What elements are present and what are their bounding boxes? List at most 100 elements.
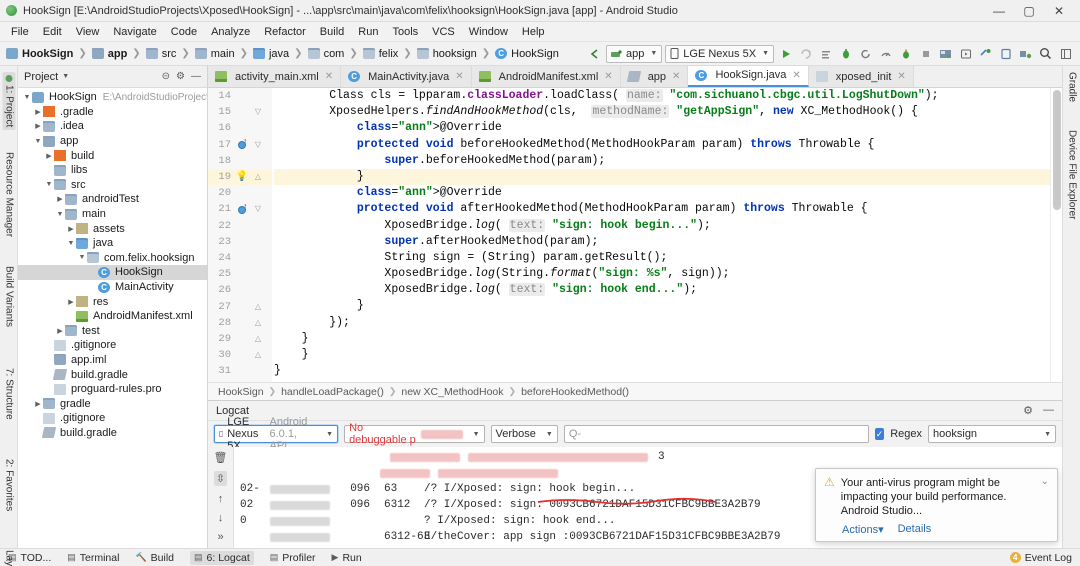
menu-code[interactable]: Code (164, 24, 204, 40)
gutter-line-16[interactable]: 16 (208, 120, 272, 136)
breadcrumb-item-hooksign[interactable]: C HookSign (495, 48, 559, 60)
scroll-end-icon[interactable]: ⇳ (213, 471, 228, 486)
tree-node-com.felix.hooksign[interactable]: ▼ com.felix.hooksign (18, 251, 207, 266)
editor-tab-hooksign-java[interactable]: C HookSign.java ✕ (688, 66, 809, 87)
tree-node-assets[interactable]: ▶ assets (18, 221, 207, 236)
menu-build[interactable]: Build (313, 24, 351, 40)
tree-node-build[interactable]: ▶ build (18, 148, 207, 163)
code-editor[interactable]: 14 15 ▽ 16 17 ↑ ▽ 18 19 💡 △ 20 21 ↑ ▽ 22 23 24 25 26 27 △ 28 △ 2… (208, 88, 1062, 382)
gutter-line-18[interactable]: 18 (208, 153, 272, 169)
tree-node-src[interactable]: ▼ src (18, 178, 207, 193)
menu-refactor[interactable]: Refactor (257, 24, 313, 40)
minimize-button[interactable]: — (984, 0, 1014, 21)
gutter-line-15[interactable]: 15 ▽ (208, 104, 272, 120)
menu-file[interactable]: File (4, 24, 36, 40)
rerun-icon[interactable] (857, 45, 874, 62)
notification-popup[interactable]: ⚠ Your anti-virus program might be impac… (815, 468, 1058, 542)
tree-toggle-icon[interactable]: ▶ (33, 122, 43, 130)
breadcrumb-item-src[interactable]: src (145, 48, 176, 60)
gutter-line-22[interactable]: 22 (208, 218, 272, 234)
gutter-line-21[interactable]: 21 ↑ ▽ (208, 201, 272, 217)
debug-icon[interactable] (837, 45, 854, 62)
code-fold-icon[interactable]: △ (250, 334, 266, 344)
close-icon[interactable]: ✕ (897, 71, 905, 82)
close-icon[interactable]: ✕ (672, 71, 680, 82)
chevron-down-icon[interactable]: ▼ (62, 73, 69, 80)
menu-tools[interactable]: Tools (385, 24, 425, 40)
menu-view[interactable]: View (69, 24, 107, 40)
hide-icon[interactable]: — (191, 71, 201, 82)
logcat-filter-selector[interactable]: hooksign ▼ (928, 425, 1056, 443)
editor-tab-app[interactable]: app ✕ (620, 66, 689, 87)
tool-tab-layout-captures[interactable]: Layout Captures (3, 550, 14, 566)
up-icon[interactable]: ↑ (218, 493, 224, 505)
down-icon[interactable]: ↓ (218, 512, 224, 524)
tree-node-app.iml[interactable]: app.iml (18, 353, 207, 368)
code-fold-icon[interactable]: ▽ (250, 107, 266, 117)
logcat-process-selector[interactable]: No debuggable p ▼ (344, 422, 485, 446)
tree-node-.idea[interactable]: ▶ .idea (18, 119, 207, 134)
project-structure-icon[interactable] (1017, 45, 1034, 62)
notification-actions-link[interactable]: Actions▾ (842, 523, 884, 536)
run-icon[interactable] (777, 45, 794, 62)
tree-node-mainactivity[interactable]: C MainActivity (18, 280, 207, 295)
editor-breadcrumb-item[interactable]: new XC_MethodHook (401, 386, 503, 398)
tree-node-test[interactable]: ▶ test (18, 324, 207, 339)
status-tab-6-logcat[interactable]: ▤ 6: Logcat (190, 550, 254, 565)
expand-icon[interactable]: » (217, 531, 223, 543)
gutter-line-26[interactable]: 26 (208, 282, 272, 298)
hide-icon[interactable]: — (1043, 404, 1054, 417)
apply-changes-icon[interactable] (797, 45, 814, 62)
gutter-line-29[interactable]: 29 △ (208, 331, 272, 347)
close-icon[interactable]: ✕ (455, 71, 463, 82)
tree-node-build.gradle[interactable]: build.gradle (18, 426, 207, 441)
breadcrumb-item-java[interactable]: java (252, 48, 289, 60)
tree-toggle-icon[interactable]: ▶ (55, 195, 65, 203)
tree-node-proguard-rules.pro[interactable]: proguard-rules.pro (18, 382, 207, 397)
sdk-manager-icon[interactable] (937, 45, 954, 62)
tool-tab-1-project[interactable]: 1: Project (2, 72, 15, 131)
breadcrumb-item-hooksign[interactable]: HookSign (6, 48, 73, 60)
tree-node-gradle[interactable]: ▶ gradle (18, 396, 207, 411)
profile-icon[interactable] (877, 45, 894, 62)
gutter-line-27[interactable]: 27 △ (208, 298, 272, 314)
tool-tab-device-file-explorer[interactable]: Device File Explorer (1066, 130, 1077, 219)
menu-run[interactable]: Run (351, 24, 385, 40)
breadcrumb-item-hooksign[interactable]: hooksign (416, 48, 477, 60)
tree-toggle-icon[interactable]: ▼ (22, 94, 32, 101)
gutter-line-32[interactable]: 32 (208, 379, 272, 382)
close-icon[interactable]: ✕ (604, 71, 612, 82)
editor-tab-xposed-init[interactable]: xposed_init ✕ (808, 66, 914, 87)
tree-toggle-icon[interactable]: ▼ (55, 211, 65, 218)
menu-analyze[interactable]: Analyze (204, 24, 257, 40)
tree-toggle-icon[interactable]: ▶ (66, 298, 76, 306)
tree-node-androidmanifest.xml[interactable]: AndroidManifest.xml (18, 309, 207, 324)
avd-manager-icon[interactable] (957, 45, 974, 62)
gutter-line-30[interactable]: 30 △ (208, 347, 272, 363)
tree-node-main[interactable]: ▼ main (18, 207, 207, 222)
notification-details-link[interactable]: Details (898, 523, 932, 536)
editor-breadcrumb-item[interactable]: handleLoadPackage() (281, 386, 384, 398)
tree-node-app[interactable]: ▼ app (18, 134, 207, 149)
code-fold-icon[interactable]: △ (250, 172, 266, 182)
device-manager-icon[interactable] (997, 45, 1014, 62)
editor-gutter[interactable]: 14 15 ▽ 16 17 ↑ ▽ 18 19 💡 △ 20 21 ↑ ▽ 22 23 24 25 26 27 △ 28 △ 2… (208, 88, 272, 382)
editor-tab-androidmanifest-xml[interactable]: AndroidManifest.xml ✕ (471, 66, 621, 87)
collapse-icon[interactable]: ⊝ (162, 71, 170, 82)
clear-icon[interactable]: 🗑 (214, 451, 228, 464)
gutter-line-14[interactable]: 14 (208, 88, 272, 104)
tree-toggle-icon[interactable]: ▶ (44, 152, 54, 160)
collapse-icon[interactable]: ⌄ (1041, 476, 1049, 518)
run-configuration-selector[interactable]: app ▼ (606, 44, 663, 63)
tree-node-java[interactable]: ▼ java (18, 236, 207, 251)
menu-edit[interactable]: Edit (36, 24, 69, 40)
menu-navigate[interactable]: Navigate (106, 24, 163, 40)
tree-toggle-icon[interactable]: ▶ (66, 225, 76, 233)
menu-help[interactable]: Help (515, 24, 552, 40)
settings-icon[interactable]: ⚙ (1023, 404, 1033, 417)
breadcrumb-item-felix[interactable]: felix (362, 48, 398, 60)
breadcrumb-item-com[interactable]: com (307, 48, 344, 60)
logcat-device-selector[interactable]: LGE Nexus 5X Android 6.0.1, API ▼ (214, 416, 339, 452)
tree-node-hooksign[interactable]: C HookSign (18, 265, 207, 280)
tool-tab-build-variants[interactable]: Build Variants (3, 266, 14, 327)
